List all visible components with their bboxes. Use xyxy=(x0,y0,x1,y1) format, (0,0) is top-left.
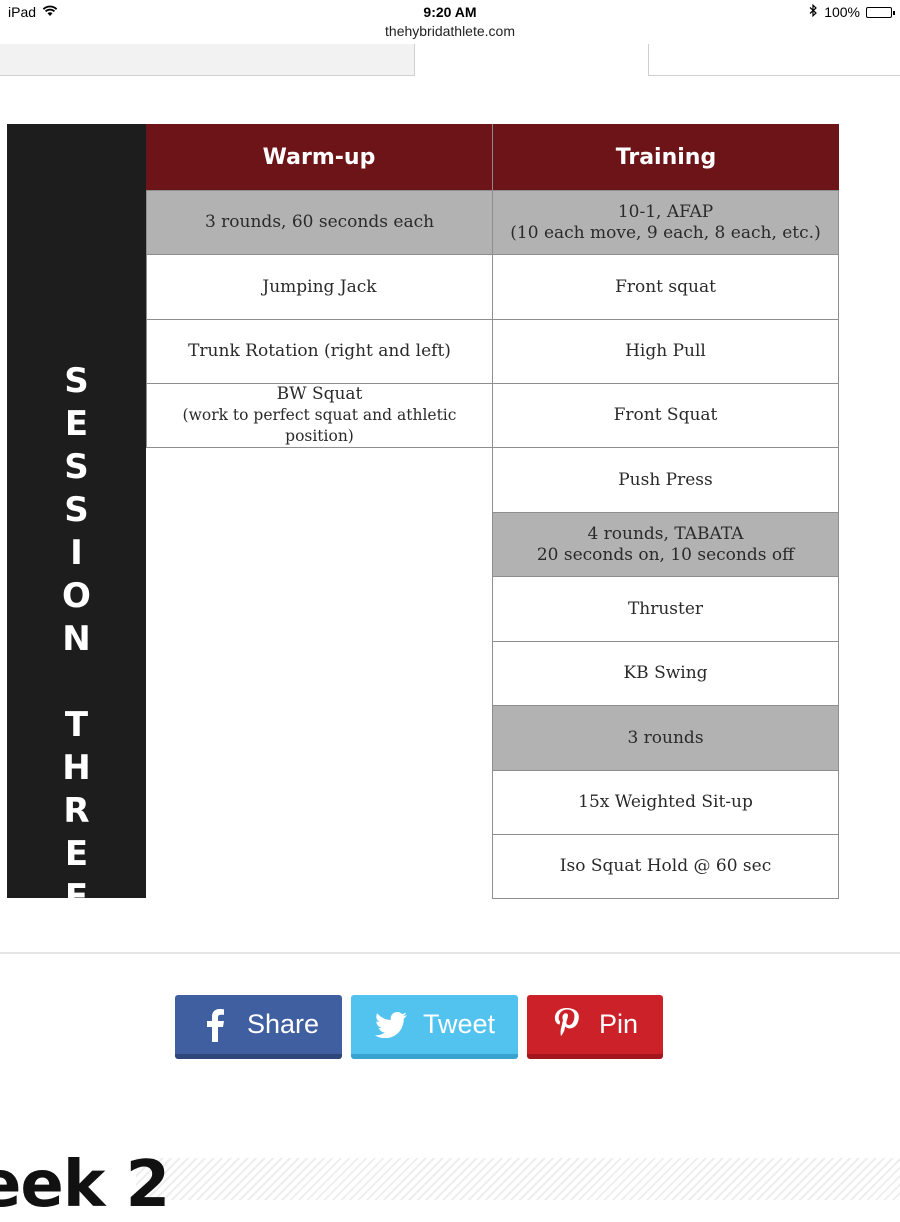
warmup-row: 3 rounds, 60 seconds each xyxy=(146,190,493,255)
training-header: Training xyxy=(493,124,839,190)
training-row: Push Press xyxy=(492,447,839,513)
session-letter: H xyxy=(62,748,91,788)
page-tab-strip xyxy=(0,44,900,78)
session-label: SESSIONTHREE xyxy=(7,360,146,919)
status-right: 100% xyxy=(809,3,895,20)
facebook-share-label: Share xyxy=(247,1009,320,1039)
training-row: High Pull xyxy=(492,319,839,384)
pinterest-share-button[interactable]: Pin xyxy=(527,995,663,1059)
training-row: KB Swing xyxy=(492,641,839,706)
facebook-share-button[interactable]: Share xyxy=(175,995,342,1059)
training-row: Thruster xyxy=(492,576,839,642)
clock: 9:20 AM xyxy=(423,4,477,20)
training-row: 15x Weighted Sit-up xyxy=(492,770,839,835)
heading-hatch-pattern xyxy=(136,1158,900,1200)
session-letter-gap xyxy=(7,661,146,704)
session-letter: O xyxy=(62,576,91,616)
session-letter: E xyxy=(64,404,89,444)
session-letter: S xyxy=(64,361,89,401)
session-letter: S xyxy=(64,447,89,487)
session-letter: T xyxy=(64,705,89,745)
training-row: 4 rounds, TABATA 20 seconds on, 10 secon… xyxy=(492,512,839,577)
facebook-icon xyxy=(195,1008,235,1042)
status-bar: iPad 9:20 AM 100% xyxy=(0,0,900,24)
battery-icon xyxy=(866,6,895,18)
battery-percent: 100% xyxy=(824,4,860,20)
pinterest-share-label: Pin xyxy=(599,1009,639,1039)
bluetooth-icon xyxy=(809,3,818,20)
session-letter: N xyxy=(62,619,91,659)
training-row: Iso Squat Hold @ 60 sec xyxy=(492,834,839,899)
training-row: Front squat xyxy=(492,254,839,320)
training-row-title: 4 rounds, TABATA xyxy=(587,523,744,544)
page-tab-1[interactable] xyxy=(0,44,182,76)
session-letter: E xyxy=(64,877,89,917)
page-tab-2[interactable] xyxy=(180,44,415,76)
warmup-row-title: BW Squat xyxy=(276,384,363,404)
warmup-row: Trunk Rotation (right and left) xyxy=(146,319,493,384)
training-row: 10-1, AFAP (10 each move, 9 each, 8 each… xyxy=(492,190,839,255)
twitter-share-label: Tweet xyxy=(423,1009,496,1039)
training-row: 3 rounds xyxy=(492,705,839,771)
next-section-heading: eek 2 xyxy=(0,1148,170,1222)
training-row-title: 10-1, AFAP xyxy=(617,201,714,222)
warmup-row-note: (work to perfect squat and athletic posi… xyxy=(182,406,457,445)
page-tab-3[interactable] xyxy=(648,44,900,76)
session-letter: S xyxy=(64,490,89,530)
session-letter: R xyxy=(63,791,90,831)
twitter-share-button[interactable]: Tweet xyxy=(351,995,518,1059)
warmup-row: BW Squat (work to perfect squat and athl… xyxy=(146,383,493,448)
warmup-row: Jumping Jack xyxy=(146,254,493,320)
session-label-bar: SESSIONTHREE xyxy=(7,124,146,917)
training-row-note: (10 each move, 9 each, 8 each, etc.) xyxy=(510,222,821,243)
warmup-header: Warm-up xyxy=(146,124,493,190)
address-bar-url[interactable]: thehybridathlete.com xyxy=(0,23,900,39)
pinterest-icon xyxy=(547,1007,587,1042)
session-letter: E xyxy=(64,834,89,874)
training-row: Front Squat xyxy=(492,383,839,448)
twitter-icon xyxy=(371,1011,411,1038)
training-row-note: 20 seconds on, 10 seconds off xyxy=(536,544,795,565)
session-letter: I xyxy=(70,533,83,573)
